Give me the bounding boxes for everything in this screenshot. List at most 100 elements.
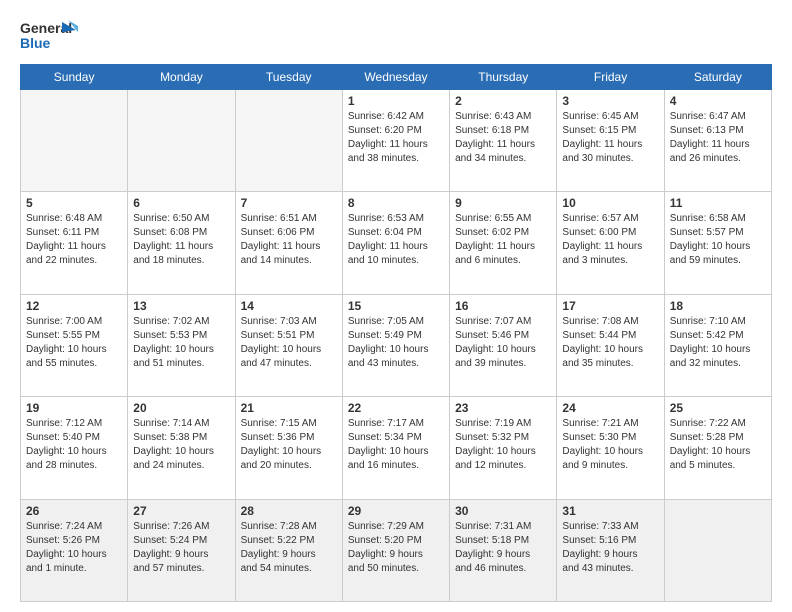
calendar-cell: 28Sunrise: 7:28 AM Sunset: 5:22 PM Dayli…: [235, 499, 342, 601]
calendar-cell: 16Sunrise: 7:07 AM Sunset: 5:46 PM Dayli…: [450, 294, 557, 396]
calendar-cell: 8 Sunrise: 6:53 AM Sunset: 6:04 PM Daylig…: [342, 192, 449, 294]
day-info: Sunrise: 6:43 AM Sunset: 6:18 PM Dayligh…: [455, 110, 551, 166]
day-info: Sunrise: 7:03 AM Sunset: 5:51 PM Dayligh…: [241, 315, 337, 371]
day-info: Sunrise: 6:55 AM Sunset: 6:02 PM Dayligh…: [455, 212, 551, 268]
week-row-2: 5 Sunrise: 6:48 AM Sunset: 6:11 PM Daylig…: [21, 192, 772, 294]
day-number: 25: [670, 401, 766, 415]
calendar-cell: 24Sunrise: 7:21 AM Sunset: 5:30 PM Dayli…: [557, 397, 664, 499]
calendar-cell: 12 Sunrise: 7:00 AM Sunset: 5:55 PM Dayli…: [21, 294, 128, 396]
calendar-cell: 21 Sunrise: 7:15 AM Sunset: 5:36 PM Dayli…: [235, 397, 342, 499]
calendar-cell: 5 Sunrise: 6:48 AM Sunset: 6:11 PM Daylig…: [21, 192, 128, 294]
day-number: 4: [670, 94, 766, 108]
day-info: Sunrise: 6:48 AM Sunset: 6:11 PM Dayligh…: [26, 212, 122, 268]
weekday-header-row: SundayMondayTuesdayWednesdayThursdayFrid…: [21, 65, 772, 90]
weekday-header-saturday: Saturday: [664, 65, 771, 90]
day-number: 6: [133, 196, 229, 210]
day-number: 3: [562, 94, 658, 108]
header: GeneralBlue: [20, 18, 772, 54]
day-info: Sunrise: 6:50 AM Sunset: 6:08 PM Dayligh…: [133, 212, 229, 268]
day-info: Sunrise: 6:45 AM Sunset: 6:15 PM Dayligh…: [562, 110, 658, 166]
calendar-cell: [128, 90, 235, 192]
calendar-cell: 22 Sunrise: 7:17 AM Sunset: 5:34 PM Dayli…: [342, 397, 449, 499]
weekday-header-wednesday: Wednesday: [342, 65, 449, 90]
day-number: 24: [562, 401, 658, 415]
day-number: 21: [241, 401, 337, 415]
calendar-cell: 17Sunrise: 7:08 AM Sunset: 5:44 PM Dayli…: [557, 294, 664, 396]
day-number: 8: [348, 196, 444, 210]
day-number: 19: [26, 401, 122, 415]
day-number: 14: [241, 299, 337, 313]
day-number: 23: [455, 401, 551, 415]
calendar-cell: 23 Sunrise: 7:19 AM Sunset: 5:32 PM Dayli…: [450, 397, 557, 499]
day-number: 22: [348, 401, 444, 415]
weekday-header-thursday: Thursday: [450, 65, 557, 90]
calendar-cell: 31 Sunrise: 7:33 AM Sunset: 5:16 PM Dayli…: [557, 499, 664, 601]
calendar-cell: [21, 90, 128, 192]
calendar-cell: 30 Sunrise: 7:31 AM Sunset: 5:18 PM Dayli…: [450, 499, 557, 601]
weekday-header-monday: Monday: [128, 65, 235, 90]
day-info: Sunrise: 7:14 AM Sunset: 5:38 PM Dayligh…: [133, 417, 229, 473]
weekday-header-sunday: Sunday: [21, 65, 128, 90]
day-number: 26: [26, 504, 122, 518]
day-number: 10: [562, 196, 658, 210]
day-info: Sunrise: 6:53 AM Sunset: 6:04 PM Dayligh…: [348, 212, 444, 268]
calendar-cell: 1 Sunrise: 6:42 AM Sunset: 6:20 PM Daylig…: [342, 90, 449, 192]
day-number: 12: [26, 299, 122, 313]
calendar-cell: 10Sunrise: 6:57 AM Sunset: 6:00 PM Dayli…: [557, 192, 664, 294]
logo-svg: GeneralBlue: [20, 18, 80, 54]
calendar-cell: 27 Sunrise: 7:26 AM Sunset: 5:24 PM Dayli…: [128, 499, 235, 601]
weekday-header-tuesday: Tuesday: [235, 65, 342, 90]
day-info: Sunrise: 6:47 AM Sunset: 6:13 PM Dayligh…: [670, 110, 766, 166]
calendar-cell: 26Sunrise: 7:24 AM Sunset: 5:26 PM Dayli…: [21, 499, 128, 601]
weekday-header-friday: Friday: [557, 65, 664, 90]
calendar-cell: 11Sunrise: 6:58 AM Sunset: 5:57 PM Dayli…: [664, 192, 771, 294]
day-info: Sunrise: 6:58 AM Sunset: 5:57 PM Dayligh…: [670, 212, 766, 268]
calendar-cell: 13 Sunrise: 7:02 AM Sunset: 5:53 PM Dayli…: [128, 294, 235, 396]
day-number: 16: [455, 299, 551, 313]
calendar-cell: 7 Sunrise: 6:51 AM Sunset: 6:06 PM Daylig…: [235, 192, 342, 294]
calendar-cell: 20 Sunrise: 7:14 AM Sunset: 5:38 PM Dayli…: [128, 397, 235, 499]
day-number: 9: [455, 196, 551, 210]
day-number: 2: [455, 94, 551, 108]
day-info: Sunrise: 7:10 AM Sunset: 5:42 PM Dayligh…: [670, 315, 766, 371]
day-info: Sunrise: 7:29 AM Sunset: 5:20 PM Dayligh…: [348, 520, 444, 576]
week-row-5: 26Sunrise: 7:24 AM Sunset: 5:26 PM Dayli…: [21, 499, 772, 601]
calendar-cell: 14 Sunrise: 7:03 AM Sunset: 5:51 PM Dayli…: [235, 294, 342, 396]
day-info: Sunrise: 7:28 AM Sunset: 5:22 PM Dayligh…: [241, 520, 337, 576]
day-info: Sunrise: 7:33 AM Sunset: 5:16 PM Dayligh…: [562, 520, 658, 576]
day-number: 13: [133, 299, 229, 313]
day-number: 7: [241, 196, 337, 210]
calendar-cell: 18 Sunrise: 7:10 AM Sunset: 5:42 PM Dayli…: [664, 294, 771, 396]
calendar-cell: 3 Sunrise: 6:45 AM Sunset: 6:15 PM Daylig…: [557, 90, 664, 192]
calendar-cell: 6 Sunrise: 6:50 AM Sunset: 6:08 PM Daylig…: [128, 192, 235, 294]
svg-text:Blue: Blue: [20, 35, 51, 51]
day-number: 31: [562, 504, 658, 518]
day-info: Sunrise: 7:00 AM Sunset: 5:55 PM Dayligh…: [26, 315, 122, 371]
calendar-cell: [235, 90, 342, 192]
page: GeneralBlue SundayMondayTuesdayWednesday…: [0, 0, 792, 612]
day-info: Sunrise: 7:19 AM Sunset: 5:32 PM Dayligh…: [455, 417, 551, 473]
calendar-cell: 15Sunrise: 7:05 AM Sunset: 5:49 PM Dayli…: [342, 294, 449, 396]
calendar-cell: 29Sunrise: 7:29 AM Sunset: 5:20 PM Dayli…: [342, 499, 449, 601]
day-number: 30: [455, 504, 551, 518]
day-number: 1: [348, 94, 444, 108]
week-row-1: 1 Sunrise: 6:42 AM Sunset: 6:20 PM Daylig…: [21, 90, 772, 192]
day-number: 27: [133, 504, 229, 518]
day-info: Sunrise: 7:15 AM Sunset: 5:36 PM Dayligh…: [241, 417, 337, 473]
day-info: Sunrise: 6:42 AM Sunset: 6:20 PM Dayligh…: [348, 110, 444, 166]
day-info: Sunrise: 7:12 AM Sunset: 5:40 PM Dayligh…: [26, 417, 122, 473]
day-number: 5: [26, 196, 122, 210]
day-info: Sunrise: 6:51 AM Sunset: 6:06 PM Dayligh…: [241, 212, 337, 268]
day-number: 18: [670, 299, 766, 313]
day-info: Sunrise: 7:17 AM Sunset: 5:34 PM Dayligh…: [348, 417, 444, 473]
day-info: Sunrise: 7:02 AM Sunset: 5:53 PM Dayligh…: [133, 315, 229, 371]
logo: GeneralBlue: [20, 18, 80, 54]
calendar-cell: 9 Sunrise: 6:55 AM Sunset: 6:02 PM Daylig…: [450, 192, 557, 294]
day-info: Sunrise: 7:26 AM Sunset: 5:24 PM Dayligh…: [133, 520, 229, 576]
day-info: Sunrise: 7:31 AM Sunset: 5:18 PM Dayligh…: [455, 520, 551, 576]
week-row-3: 12 Sunrise: 7:00 AM Sunset: 5:55 PM Dayli…: [21, 294, 772, 396]
day-number: 20: [133, 401, 229, 415]
calendar-cell: 19 Sunrise: 7:12 AM Sunset: 5:40 PM Dayli…: [21, 397, 128, 499]
calendar-cell: 2 Sunrise: 6:43 AM Sunset: 6:18 PM Daylig…: [450, 90, 557, 192]
week-row-4: 19 Sunrise: 7:12 AM Sunset: 5:40 PM Dayli…: [21, 397, 772, 499]
